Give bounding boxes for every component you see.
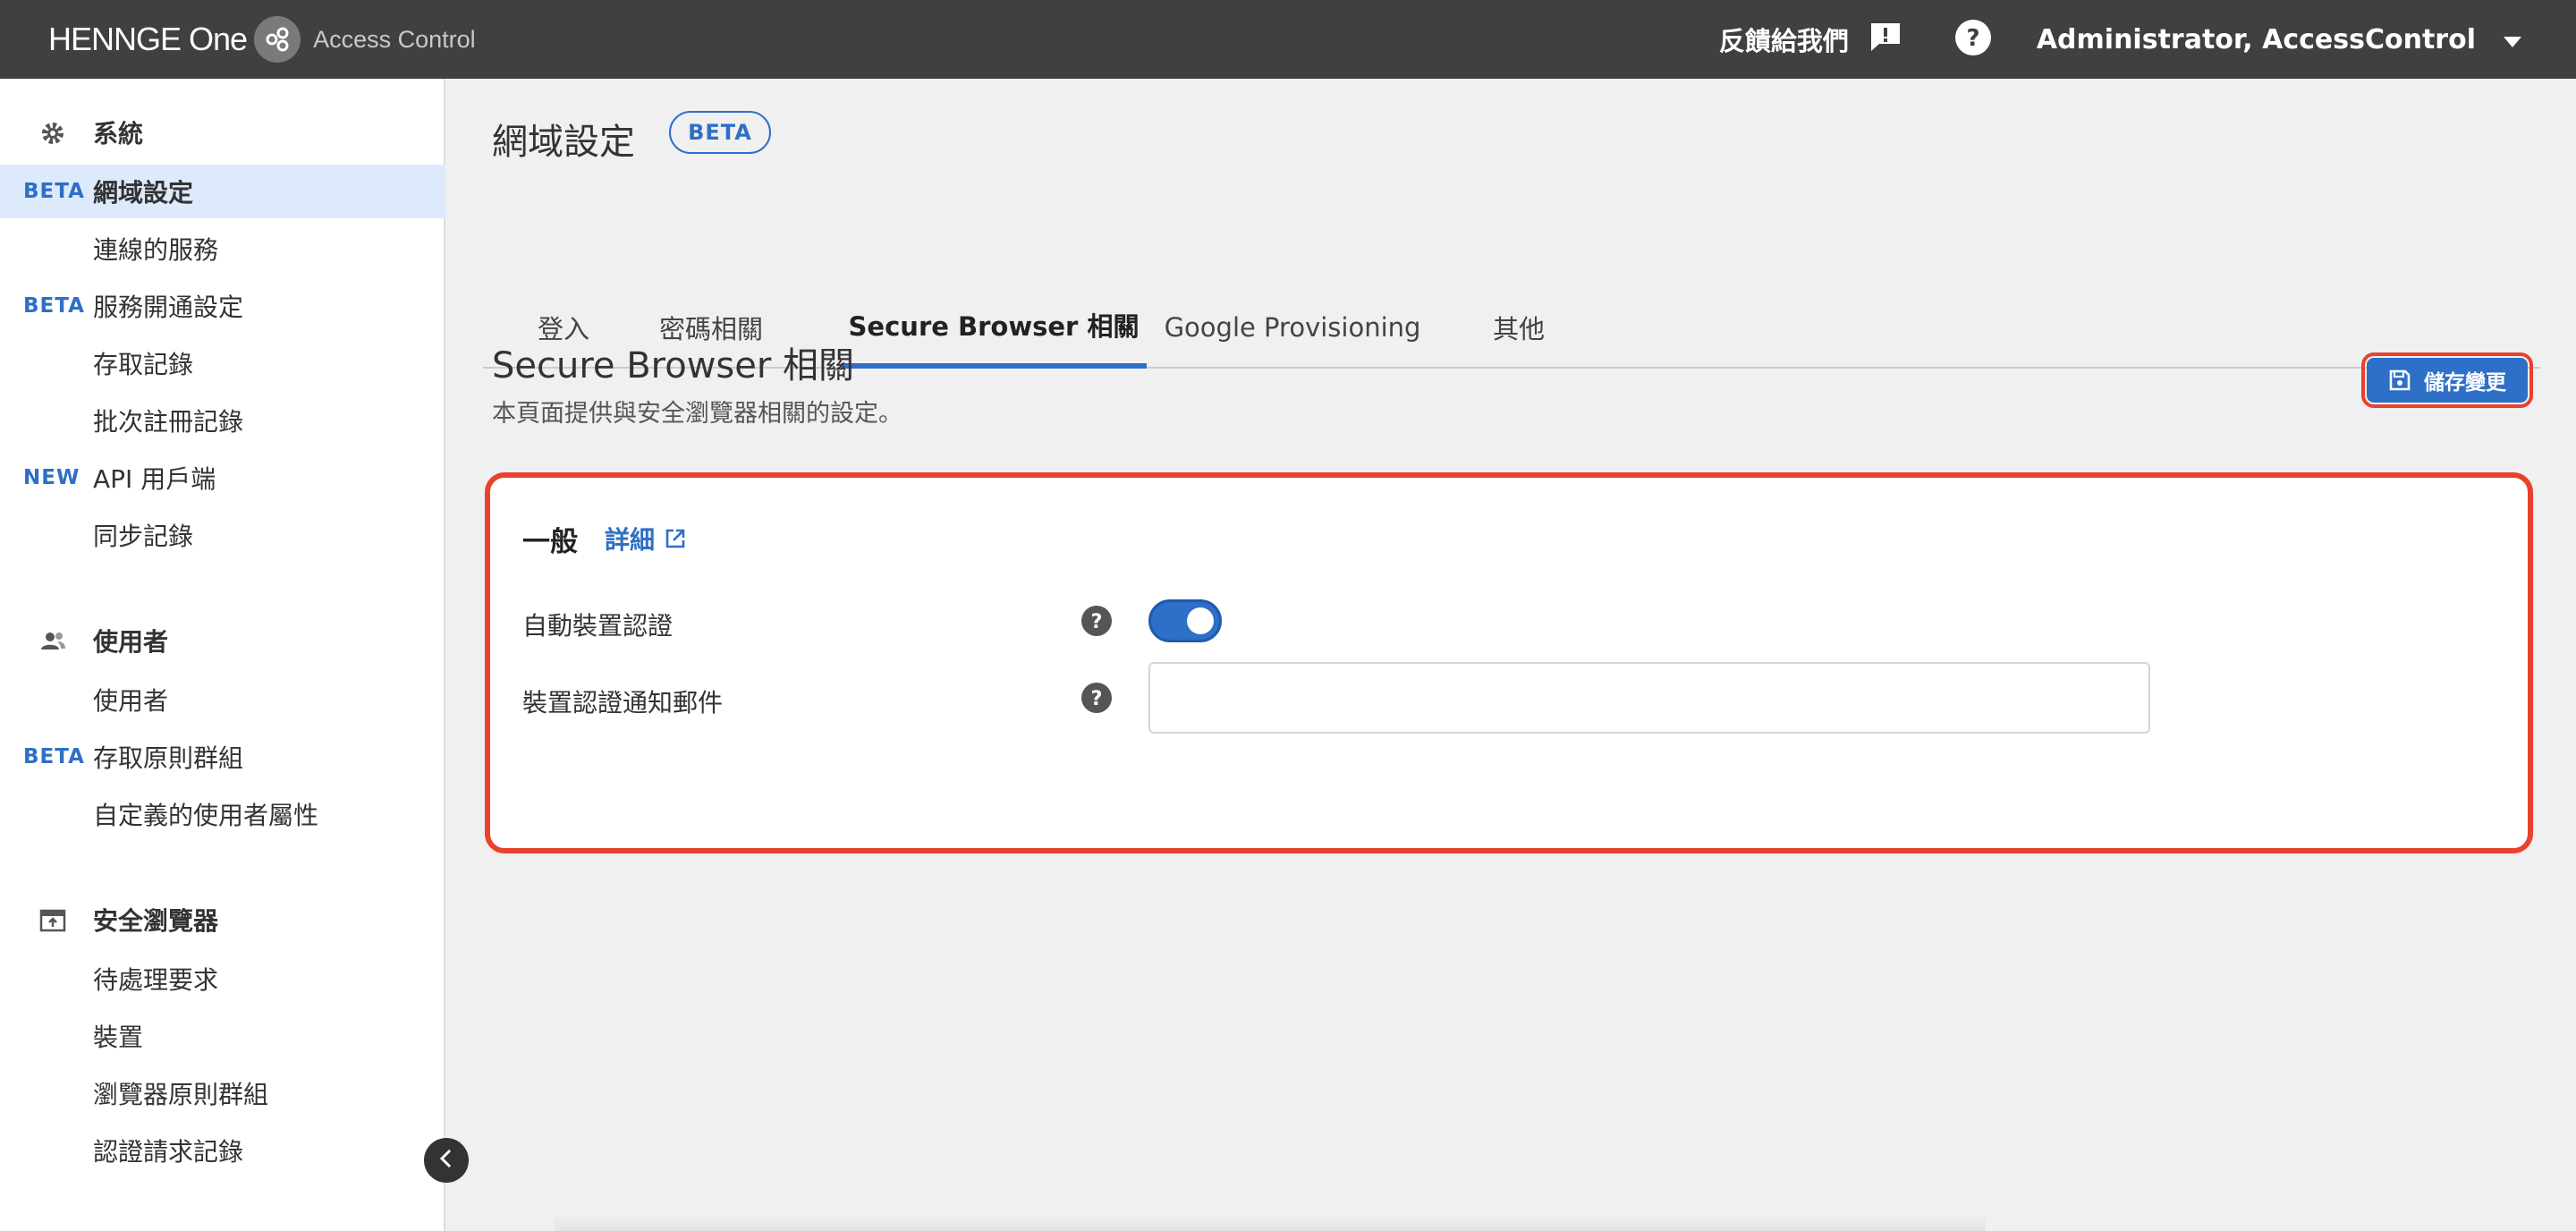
help-icon[interactable]: ? [1954,19,1992,60]
sidebar-item-provisioning[interactable]: BETA 服務開通設定 [0,279,445,333]
user-menu[interactable]: Administrator, AccessControl [2037,24,2522,55]
sidebar-section-secure-browser: 安全瀏覽器 [0,893,445,947]
sidebar-section-users: 使用者 [0,614,445,667]
feedback-label: 反饋給我們 [1718,26,1849,56]
feedback-button[interactable]: 反饋給我們 [1719,21,1902,59]
save-icon [2389,369,2411,391]
save-changes-label: 儲存變更 [2424,371,2506,395]
sidebar-item-label: 瀏覽器原則群組 [93,1080,269,1109]
sidebar-item-sync-logs[interactable]: 同步記錄 [0,508,445,562]
product-name: Access Control [313,25,476,53]
browser-icon [39,907,66,934]
details-link-label: 詳細 [605,525,656,555]
details-link[interactable]: 詳細 [605,521,687,556]
auto-device-auth-toggle[interactable] [1148,599,1222,642]
sidebar-item-access-policy-groups[interactable]: BETA 存取原則群組 [0,730,445,784]
page-beta-badge: BETA [669,111,771,154]
sidebar-item-label: 網域設定 [93,178,194,208]
sidebar-item-pending-requests[interactable]: 待處理要求 [0,952,445,1006]
sidebar-item-label: 裝置 [93,1023,144,1052]
users-icon [39,628,66,655]
tab-google-provisioning[interactable]: Google Provisioning [1147,286,1438,369]
sidebar-section-title: 使用者 [93,627,169,657]
page-title: 網域設定 [492,122,635,163]
sidebar-item-access-logs[interactable]: 存取記錄 [0,336,445,390]
brand-logo[interactable]: HENNGE One Access Control [48,14,476,64]
svg-text:?: ? [1091,611,1103,633]
external-link-icon [665,529,685,548]
sidebar-item-label: 認證請求記錄 [93,1137,244,1167]
card-title: 一般 [522,526,578,558]
sidebar-item-custom-user-attributes[interactable]: 自定義的使用者屬性 [0,787,445,841]
sidebar-item-domain-settings[interactable]: BETA 網域設定 [0,165,445,218]
sidebar-item-label: 服務開通設定 [93,293,244,322]
sidebar-item-bulk-registration-logs[interactable]: 批次註冊記錄 [0,394,445,447]
section-description: 本頁面提供與安全瀏覽器相關的設定。 [492,400,902,428]
top-bar: HENNGE One Access Control 反饋給我們 ? Admini… [0,0,2576,79]
help-icon[interactable]: ? [1080,682,1113,714]
user-name: Administrator, AccessControl [2036,23,2476,55]
tab-other[interactable]: 其他 [1438,286,1599,369]
new-badge: NEW [23,466,80,489]
sidebar-item-label: 待處理要求 [93,965,219,995]
bottom-shadow [555,1213,1986,1231]
sidebar-item-label: 使用者 [93,686,169,716]
sidebar-section-system: 系統 [0,106,445,159]
sidebar-section-title: 安全瀏覽器 [93,906,219,936]
main-content: 網域設定 BETA 登入 密碼相關 Secure Browser 相關 Goog… [447,79,2576,1231]
save-changes-button[interactable]: 儲存變更 [2361,352,2533,408]
svg-text:?: ? [1091,688,1103,710]
sidebar-item-devices[interactable]: 裝置 [0,1009,445,1063]
sidebar: 系統 BETA 網域設定 連線的服務 BETA 服務開通設定 存取記錄 批次註冊… [0,79,445,1231]
general-settings-card: 一般 詳細 自動裝置認證 ? 裝置認證通知郵件 ? [485,472,2533,853]
sidebar-item-api-clients[interactable]: NEW API 用戶端 [0,451,445,505]
toggle-knob [1187,607,1214,634]
tab-secure-browser[interactable]: Secure Browser 相關 [841,286,1147,369]
sidebar-item-label: 存取記錄 [93,350,194,379]
beta-badge: BETA [23,294,85,318]
sidebar-item-label: API 用戶端 [93,464,216,494]
brand-mark-icon [254,16,301,63]
device-auth-email-label: 裝置認證通知郵件 [522,688,724,717]
device-auth-email-input[interactable] [1148,662,2150,734]
sidebar-item-label: 同步記錄 [93,522,194,551]
section-title: Secure Browser 相關 [492,345,855,386]
sidebar-item-label: 自定義的使用者屬性 [93,801,319,830]
sidebar-section-title: 系統 [93,119,144,149]
sidebar-item-connected-services[interactable]: 連線的服務 [0,222,445,276]
brand-name: HENNGE One [48,21,248,57]
svg-text:?: ? [1966,25,1979,52]
sidebar-item-auth-request-logs[interactable]: 認證請求記錄 [0,1124,445,1177]
gear-icon [39,120,66,147]
chevron-down-icon [2503,24,2522,55]
sidebar-item-browser-policy-groups[interactable]: 瀏覽器原則群組 [0,1066,445,1120]
feedback-icon [1868,21,1902,59]
sidebar-item-label: 批次註冊記錄 [93,407,244,437]
beta-badge: BETA [23,180,85,203]
auto-device-auth-label: 自動裝置認證 [522,611,674,641]
sidebar-item-label: 連線的服務 [93,235,219,265]
help-icon[interactable]: ? [1080,605,1113,637]
sidebar-item-label: 存取原則群組 [93,743,244,773]
beta-badge: BETA [23,745,85,768]
sidebar-item-users[interactable]: 使用者 [0,673,445,726]
